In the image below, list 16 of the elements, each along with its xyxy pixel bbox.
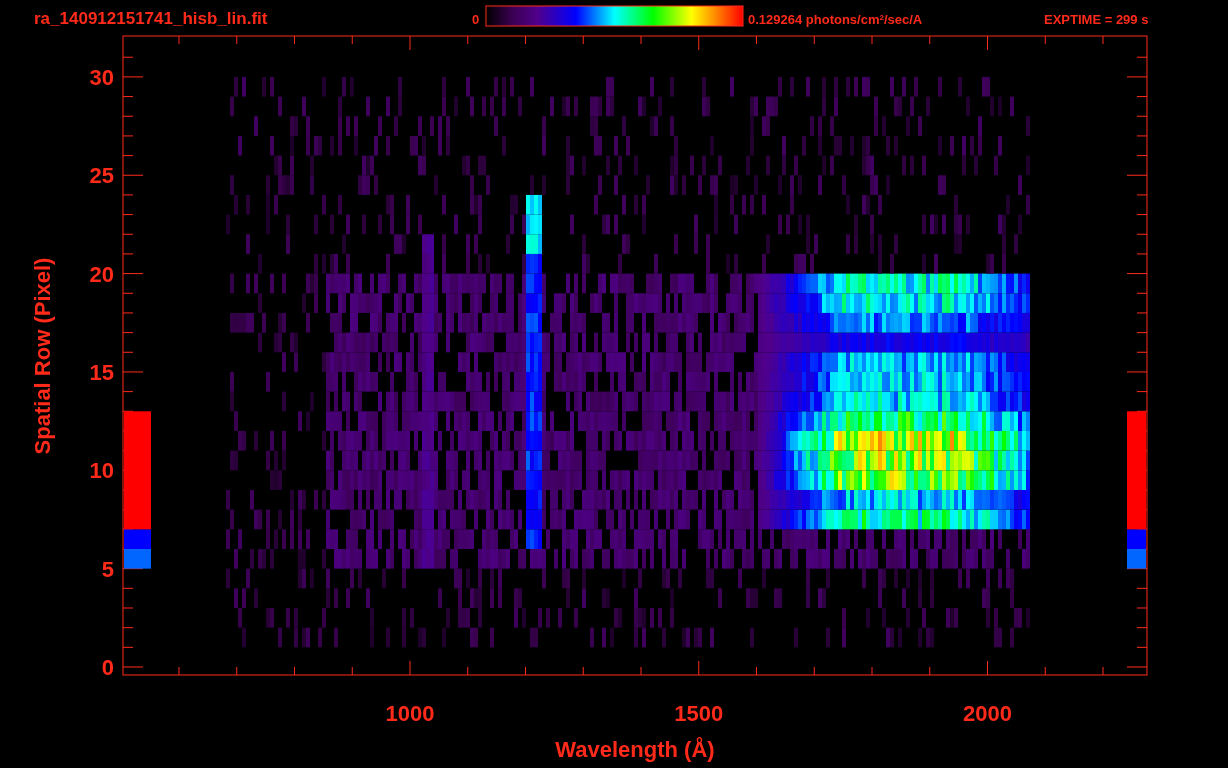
y-tick-label: 30 <box>89 64 114 90</box>
y-tick-label: 25 <box>89 163 114 189</box>
y-tick-label: 10 <box>89 458 114 484</box>
y-tick-label: 15 <box>89 359 114 385</box>
file-title: ra_140912151741_hisb_lin.fit <box>34 9 268 28</box>
x-tick-label: 2000 <box>963 701 1012 726</box>
y-tick-label: 0 <box>101 655 114 680</box>
x-tick-label: 1000 <box>385 701 435 726</box>
x-axis-title: Wavelength (Å) <box>555 737 715 762</box>
exposure-time: EXPTIME = 299 s <box>1044 12 1149 27</box>
y-axis-title: Spatial Row (Pixel) <box>30 257 55 455</box>
y-tick-label: 20 <box>89 261 114 287</box>
colorbar-max-label: 0.129264 photons/cm$^{2}$/sec/A <box>748 12 923 27</box>
colorbar-min-label: 0 <box>472 12 480 27</box>
x-tick-label: 1500 <box>674 701 724 726</box>
y-tick-label: 5 <box>101 556 114 582</box>
